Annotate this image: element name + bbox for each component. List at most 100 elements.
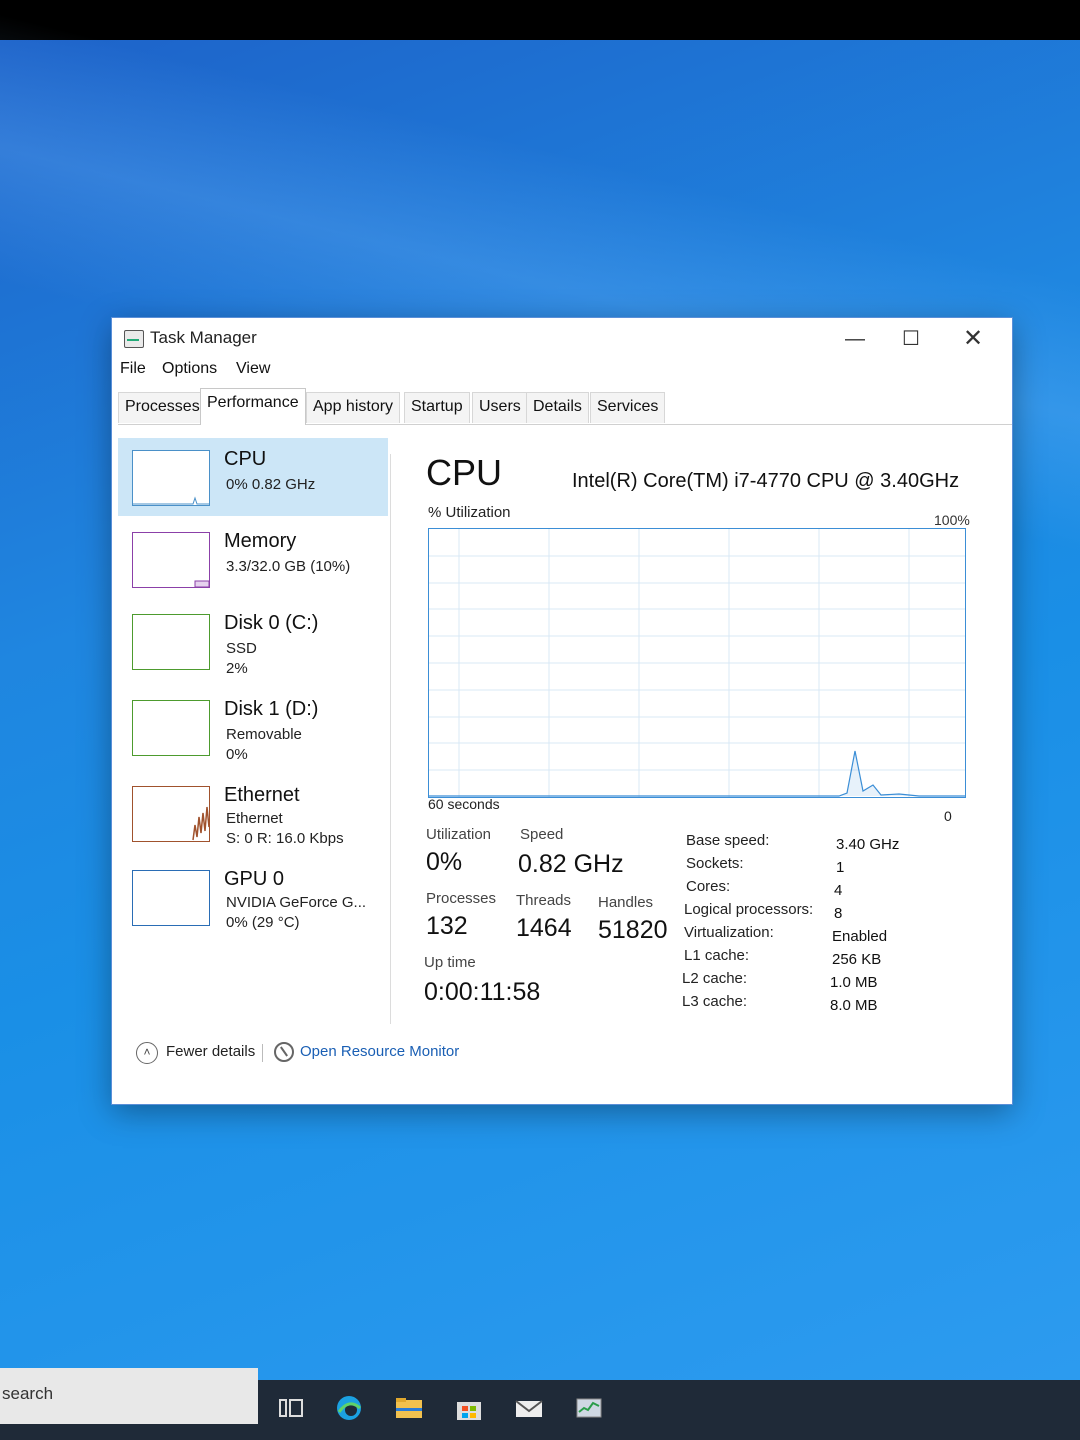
mail-icon[interactable] bbox=[514, 1394, 544, 1422]
spec-value: Enabled bbox=[832, 928, 888, 945]
title-bar[interactable]: Task Manager — ☐ ✕ bbox=[112, 318, 1012, 358]
resource-item-disk-0[interactable]: Disk 0 (C:) SSD 2% bbox=[118, 602, 388, 680]
spec-label: Base speed: bbox=[686, 832, 770, 849]
task-manager-app-icon bbox=[124, 330, 144, 348]
task-manager-window: Task Manager — ☐ ✕ File Options View Pro… bbox=[112, 318, 1012, 1104]
resource-name: GPU 0 bbox=[224, 868, 285, 890]
speed-label: Speed bbox=[520, 826, 564, 843]
resource-item-cpu[interactable]: CPU 0% 0.82 GHz bbox=[118, 438, 388, 516]
task-view-icon[interactable] bbox=[276, 1394, 306, 1422]
chevron-up-icon[interactable]: ˄ bbox=[136, 1042, 158, 1064]
close-button[interactable]: ✕ bbox=[950, 324, 996, 354]
cpu-usage-line bbox=[429, 750, 965, 797]
edge-icon[interactable] bbox=[334, 1394, 364, 1422]
resource-detail-2: S: 0 R: 16.0 Kbps bbox=[226, 830, 344, 847]
spec-label: Cores: bbox=[686, 878, 731, 895]
resource-item-ethernet[interactable]: Ethernet Ethernet S: 0 R: 16.0 Kbps bbox=[118, 774, 388, 852]
tab-details[interactable]: Details bbox=[526, 392, 589, 423]
threads-value: 1464 bbox=[516, 914, 572, 942]
menu-file[interactable]: File bbox=[120, 360, 146, 378]
processes-label: Processes bbox=[426, 890, 497, 907]
menu-view[interactable]: View bbox=[236, 360, 270, 378]
resource-monitor-icon[interactable] bbox=[274, 1042, 294, 1062]
search-placeholder: search bbox=[2, 1384, 54, 1403]
cpu-utilization-graph bbox=[428, 528, 966, 798]
processes-value: 132 bbox=[426, 912, 468, 940]
spec-value: 256 KB bbox=[832, 951, 882, 968]
tab-app-history[interactable]: App history bbox=[306, 392, 401, 423]
memory-thumbnail-fill bbox=[194, 580, 210, 588]
utilization-value: 0% bbox=[426, 848, 463, 876]
resource-detail: 0% 0.82 GHz bbox=[226, 476, 316, 493]
resource-name: Disk 0 (C:) bbox=[224, 612, 319, 634]
resource-detail: SSD bbox=[226, 640, 257, 657]
uptime-label: Up time bbox=[424, 954, 476, 971]
resource-item-memory[interactable]: Memory 3.3/32.0 GB (10%) bbox=[118, 520, 388, 598]
open-resource-monitor-link[interactable]: Open Resource Monitor bbox=[300, 1043, 459, 1060]
spec-value: 8 bbox=[834, 905, 843, 922]
resource-list: CPU 0% 0.82 GHz Memory 3.3/32.0 GB (10%)… bbox=[118, 436, 390, 1026]
graph-min-label: 0 bbox=[944, 808, 952, 824]
graph-grid bbox=[429, 529, 965, 797]
resource-detail: 3.3/32.0 GB (10%) bbox=[226, 558, 351, 575]
performance-title: CPU bbox=[426, 452, 503, 493]
memory-thumbnail-graph bbox=[132, 532, 210, 588]
spec-value: 1.0 MB bbox=[830, 974, 878, 991]
window-title: Task Manager bbox=[150, 328, 257, 347]
tab-startup[interactable]: Startup bbox=[404, 392, 470, 423]
resource-item-disk-1[interactable]: Disk 1 (D:) Removable 0% bbox=[118, 688, 388, 766]
uptime-value: 0:00:11:58 bbox=[424, 978, 541, 1006]
tab-users[interactable]: Users bbox=[472, 392, 528, 423]
utilization-label: Utilization bbox=[426, 826, 492, 843]
handles-value: 51820 bbox=[598, 916, 668, 944]
resource-item-gpu-0[interactable]: GPU 0 NVIDIA GeForce G... 0% (29 °C) bbox=[118, 858, 388, 936]
spec-label: L3 cache: bbox=[682, 993, 748, 1010]
ethernet-thumbnail-graph bbox=[132, 786, 210, 842]
store-icon[interactable] bbox=[454, 1394, 484, 1422]
ethernet-thumbnail-line bbox=[192, 806, 210, 841]
resource-name: CPU bbox=[224, 448, 267, 470]
spec-value: 4 bbox=[834, 882, 843, 899]
speed-value: 0.82 GHz bbox=[518, 850, 624, 878]
resource-detail-2: 0% (29 °C) bbox=[226, 914, 300, 931]
graph-time-label: 60 seconds bbox=[428, 796, 500, 812]
graph-max-label: 100% bbox=[934, 512, 970, 528]
spec-label: Sockets: bbox=[686, 855, 744, 872]
resource-name: Memory bbox=[224, 530, 297, 552]
cpu-graph-canvas bbox=[429, 529, 965, 797]
resource-detail: NVIDIA GeForce G... bbox=[226, 894, 367, 911]
footer-bar: ˄ Fewer details Open Resource Monitor bbox=[112, 1032, 1012, 1072]
tab-processes[interactable]: Processes bbox=[118, 392, 207, 423]
footer-separator bbox=[262, 1044, 263, 1062]
spec-label: Virtualization: bbox=[684, 924, 774, 941]
resource-detail: Ethernet bbox=[226, 810, 283, 827]
resource-detail-2: 2% bbox=[226, 660, 248, 677]
panel-divider bbox=[390, 454, 391, 1024]
minimize-button[interactable]: — bbox=[832, 324, 878, 354]
disk1-thumbnail-graph bbox=[132, 700, 210, 756]
tab-services[interactable]: Services bbox=[590, 392, 666, 423]
resource-detail: Removable bbox=[226, 726, 302, 743]
task-manager-icon[interactable] bbox=[574, 1394, 604, 1422]
resource-name: Disk 1 (D:) bbox=[224, 698, 319, 720]
spec-value: 1 bbox=[836, 859, 845, 876]
menu-options[interactable]: Options bbox=[162, 360, 217, 378]
fewer-details-link[interactable]: Fewer details bbox=[166, 1043, 255, 1060]
graph-y-label: % Utilization bbox=[428, 504, 511, 521]
spec-value: 8.0 MB bbox=[830, 997, 878, 1014]
taskbar-search-box[interactable]: search bbox=[0, 1368, 258, 1424]
spec-value: 3.40 GHz bbox=[836, 836, 900, 853]
cpu-thumbnail-line bbox=[133, 496, 209, 505]
resource-name: Ethernet bbox=[224, 784, 300, 806]
cpu-thumbnail-graph bbox=[132, 450, 210, 506]
gpu-thumbnail-graph bbox=[132, 870, 210, 926]
tab-performance[interactable]: Performance bbox=[200, 388, 306, 425]
maximize-button[interactable]: ☐ bbox=[888, 324, 934, 354]
tab-strip: Processes Performance App history Startu… bbox=[118, 388, 1012, 425]
threads-label: Threads bbox=[516, 892, 572, 909]
spec-label: L1 cache: bbox=[684, 947, 750, 964]
spec-label: L2 cache: bbox=[682, 970, 748, 987]
handles-label: Handles bbox=[598, 894, 654, 911]
disk0-thumbnail-graph bbox=[132, 614, 210, 670]
file-explorer-icon[interactable] bbox=[394, 1394, 424, 1422]
